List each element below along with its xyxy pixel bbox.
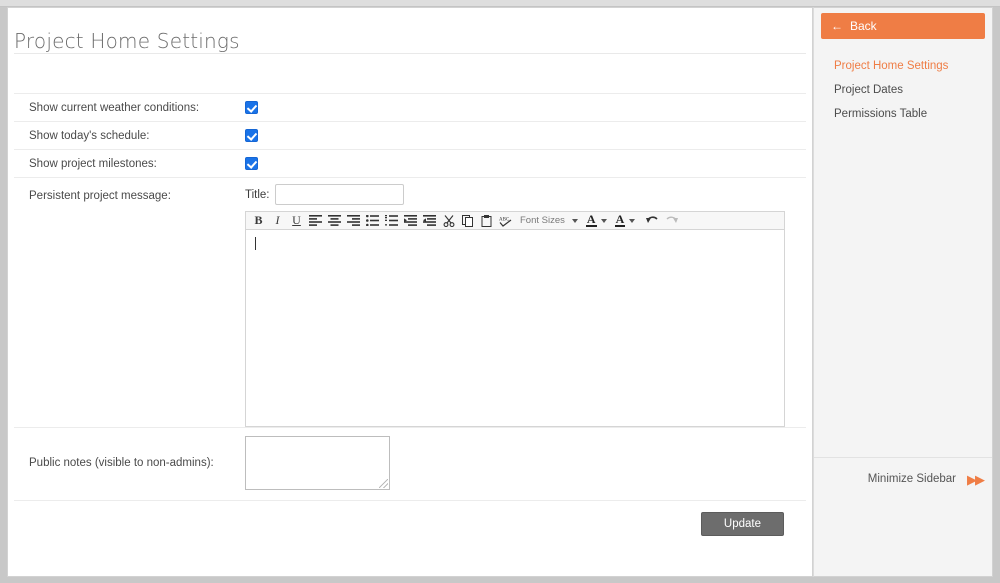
spellcheck-icon[interactable]: ABC [496,212,515,229]
textarea-resize-handle[interactable] [379,479,388,488]
settings-row-milestones: Show project milestones: [14,149,806,177]
minimize-sidebar-label-top: Minimize Sidebar [867,473,956,485]
message-title-label: Title: [245,188,270,201]
background-color-chevron-down-icon[interactable] [629,218,636,223]
row-label-schedule: Show today's schedule: [29,129,150,142]
background-color-icon[interactable]: A [614,213,626,227]
copy-icon[interactable] [458,212,477,229]
back-button[interactable]: ← Back [821,13,985,39]
bold-icon[interactable]: B [249,212,268,229]
app-root: Project Home Settings Show current weath… [0,0,1000,583]
settings-row-schedule: Show today's schedule: [14,121,806,149]
undo-icon[interactable] [643,212,662,229]
font-sizes-chevron-down-icon[interactable] [571,218,578,223]
row-field-milestones [245,150,806,177]
main-content-panel: Project Home Settings Show current weath… [7,7,813,577]
arrow-left-icon: ← [831,19,843,33]
text-color-chevron-down-icon[interactable] [600,218,607,223]
sidebar-item-project-dates[interactable]: Project Dates [834,78,992,102]
checkbox-show-milestones[interactable] [245,157,258,170]
settings-row-weather: Show current weather conditions: [14,93,806,121]
row-field-public-notes [245,436,806,490]
message-title-line: Title: [245,178,806,205]
italic-icon[interactable]: I [268,212,287,229]
page-title: Project Home Settings [14,29,240,53]
rich-text-editor: B I U ABC Font Sizes A A [245,211,785,427]
double-chevron-right-icon-top: ▶▶ [967,471,985,487]
minimize-sidebar-button-top[interactable]: Minimize Sidebar ▶▶ [814,458,992,500]
text-color-icon[interactable]: A [585,213,597,227]
row-field-persistent-message: Title: B I U ABC Font Sizes A A [245,178,806,427]
row-label-public-notes: Public notes (visible to non-admins): [29,457,214,469]
paste-icon[interactable] [477,212,496,229]
indent-icon[interactable] [420,212,439,229]
form-footer: Update [14,500,806,547]
sidebar-item-permissions-table[interactable]: Permissions Table [834,102,992,126]
settings-row-public-notes: Public notes (visible to non-admins): [14,427,806,500]
spacer-row [8,54,812,93]
editor-toolbar: B I U ABC Font Sizes A A [245,211,785,230]
align-left-icon[interactable] [306,212,325,229]
sidebar-spacer-top [814,126,992,457]
checkbox-show-weather[interactable] [245,101,258,114]
align-right-icon[interactable] [344,212,363,229]
text-caret [255,237,256,251]
outdent-icon[interactable] [401,212,420,229]
redo-icon[interactable] [662,212,681,229]
update-button[interactable]: Update [700,512,784,536]
row-field-schedule [245,122,806,149]
settings-row-persistent-message: Persistent project message: Title: B I U [14,177,806,427]
sidebar-item-project-home-settings[interactable]: Project Home Settings [834,54,992,78]
row-label-milestones: Show project milestones: [29,157,157,170]
public-notes-textarea[interactable] [245,436,390,490]
underline-icon[interactable]: U [287,212,306,229]
row-field-weather [245,94,806,121]
window-top-strip [0,0,1000,7]
right-sidebar: ← Back Project Home Settings Project Dat… [813,7,993,577]
message-title-input[interactable] [274,184,404,205]
align-center-icon[interactable] [325,212,344,229]
sidebar-spacer-bottom [814,500,992,576]
bullet-list-icon[interactable] [363,212,382,229]
cut-icon[interactable] [439,212,458,229]
numbered-list-icon[interactable] [382,212,401,229]
sidebar-nav-list: Project Home Settings Project Dates Perm… [814,39,992,126]
row-label-weather: Show current weather conditions: [29,101,200,114]
font-sizes-label[interactable]: Font Sizes [515,215,568,226]
back-button-label: Back [850,19,877,33]
row-label-persistent-message: Persistent project message: [29,190,171,202]
checkbox-show-schedule[interactable] [245,129,258,142]
editor-content-area[interactable] [245,230,785,427]
